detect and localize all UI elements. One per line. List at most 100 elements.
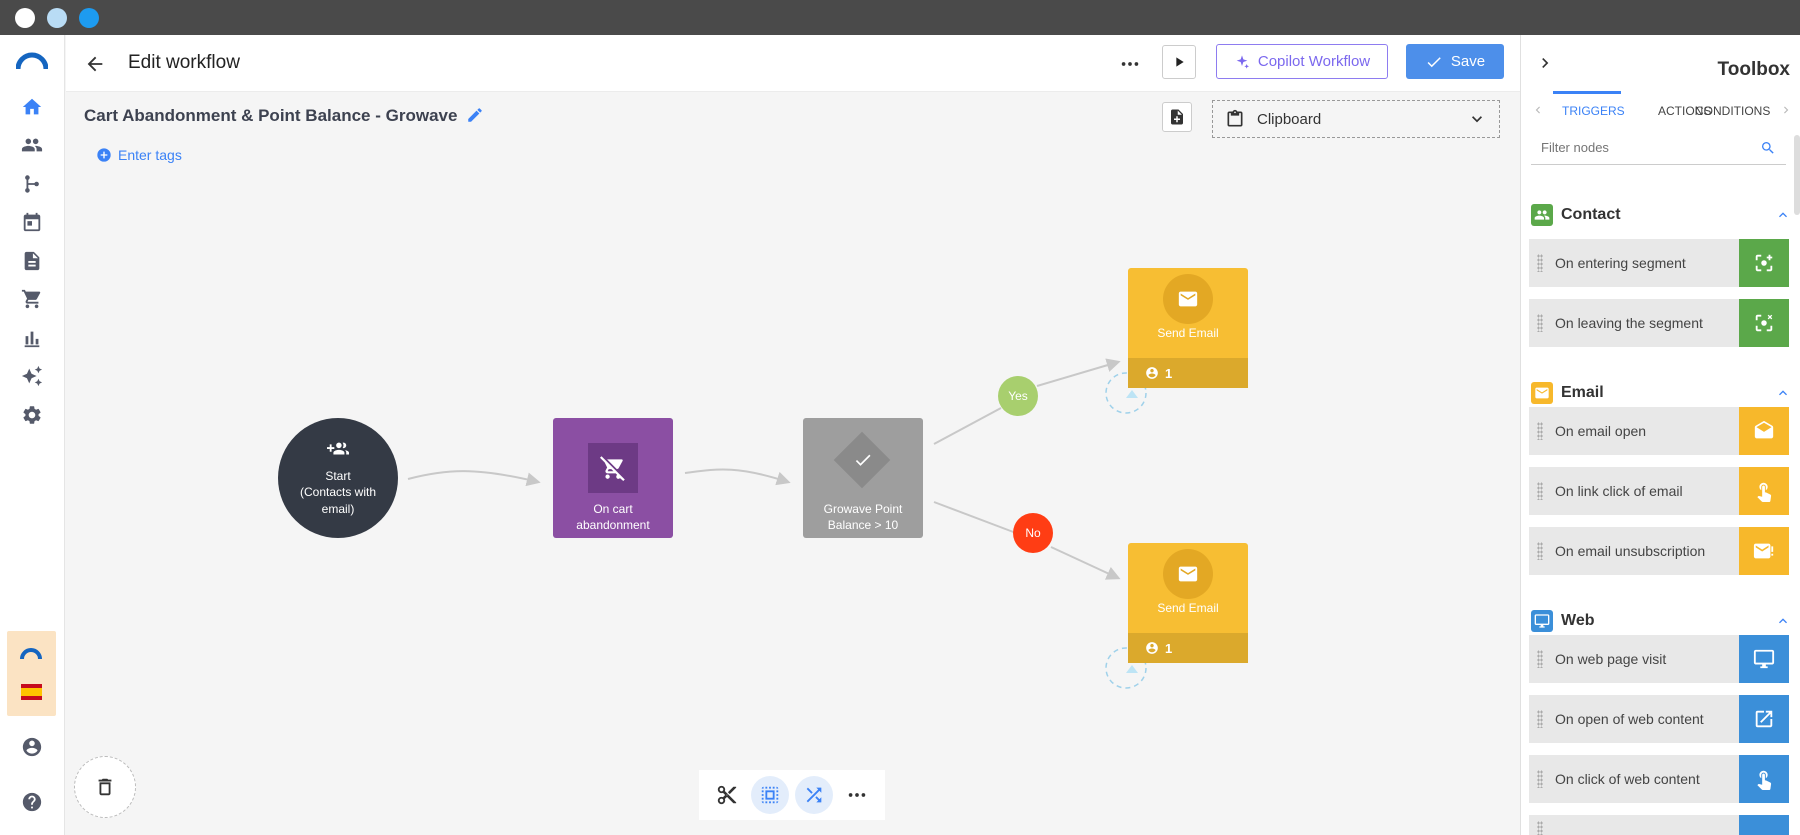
sparkle-icon	[1236, 54, 1249, 69]
drag-handle[interactable]	[1537, 821, 1543, 835]
more-options-icon[interactable]	[1119, 53, 1141, 75]
contact-count: 1	[1128, 633, 1248, 663]
toolbox-item-email-unsubscription[interactable]: On email unsubscription	[1529, 527, 1789, 575]
drag-handle[interactable]	[1537, 254, 1543, 272]
toolbox-item-email-link-click[interactable]: On link click of email	[1529, 467, 1789, 515]
email-open-icon	[1739, 407, 1789, 455]
copilot-workflow-button[interactable]: Copilot Workflow	[1216, 44, 1388, 79]
toolbox-panel: Toolbox TRIGGERS ACTIONS CONDITIONS Cont…	[1520, 35, 1800, 835]
monitor-icon	[1739, 635, 1789, 683]
drag-handle[interactable]	[1537, 422, 1543, 440]
email-icon	[1163, 549, 1213, 599]
workflow-canvas[interactable]: Cart Abandonment & Point Balance - Growa…	[66, 92, 1569, 835]
play-icon	[1176, 57, 1184, 67]
drag-handle[interactable]	[1537, 542, 1543, 560]
search-icon[interactable]	[1760, 140, 1776, 156]
toolbox-item-open-web-content[interactable]: On open of web content	[1529, 695, 1789, 743]
account-switcher[interactable]	[7, 631, 56, 716]
window-titlebar	[0, 0, 1800, 35]
cart-icon[interactable]	[20, 287, 44, 311]
back-arrow-icon[interactable]	[84, 53, 106, 75]
help-icon[interactable]	[20, 790, 44, 814]
check-icon	[1427, 56, 1441, 67]
scissors-icon	[717, 785, 736, 805]
email-icon	[1163, 274, 1213, 324]
calendar-icon[interactable]	[20, 210, 44, 234]
toolbox-item-web-page-visit[interactable]: On web page visit	[1529, 635, 1789, 683]
chevron-up-icon	[1779, 618, 1787, 624]
drag-handle[interactable]	[1537, 314, 1543, 332]
send-email-node-no[interactable]: Send Email 1	[1128, 543, 1248, 663]
cart-abandonment-node[interactable]: On cart abandonment	[553, 418, 673, 538]
drag-handle[interactable]	[1537, 482, 1543, 500]
person-circle-icon	[1146, 642, 1158, 654]
toolbox-item-click-web-content[interactable]: On click of web content	[1529, 755, 1789, 803]
toolbox-item-leaving-segment[interactable]: On leaving the segment	[1529, 299, 1789, 347]
open-external-icon	[1739, 695, 1789, 743]
toolbox-item-email-open[interactable]: On email open	[1529, 407, 1789, 455]
settings-gear-icon[interactable]	[20, 403, 44, 427]
more-tools-button[interactable]	[838, 776, 876, 814]
window-minimize-dot[interactable]	[47, 8, 67, 28]
contact-section-icon	[1531, 204, 1553, 226]
web-form-icon	[1739, 815, 1789, 835]
account-logo	[19, 643, 43, 667]
tabs-scroll-right-icon[interactable]	[1779, 103, 1793, 117]
filter-nodes-input[interactable]	[1531, 140, 1760, 155]
no-branch-badge[interactable]: No	[1013, 513, 1053, 553]
collapse-panel-icon[interactable]	[1535, 53, 1555, 73]
start-node[interactable]: Start (Contacts with email)	[278, 418, 398, 538]
left-navigation	[0, 35, 65, 835]
tab-conditions[interactable]: CONDITIONS	[1695, 104, 1770, 118]
window-close-dot[interactable]	[15, 8, 35, 28]
section-web[interactable]: Web	[1531, 609, 1791, 633]
more-horizontal-icon	[849, 793, 866, 797]
spain-flag-icon	[21, 684, 42, 700]
toolbox-item-partial[interactable]	[1529, 815, 1789, 835]
select-all-icon	[762, 786, 779, 804]
email-section-icon	[1531, 382, 1553, 404]
segment-enter-icon	[1739, 239, 1789, 287]
workflow-icon[interactable]	[20, 172, 44, 196]
shuffle-tool-button[interactable]	[794, 776, 833, 814]
save-button[interactable]: Save	[1406, 44, 1504, 79]
page-title: Edit workflow	[128, 52, 240, 73]
editor-header: Edit workflow Copilot Workflow Save	[66, 35, 1520, 92]
brand-logo[interactable]	[15, 51, 49, 71]
delete-drop-zone[interactable]	[74, 756, 136, 818]
tab-triggers[interactable]: TRIGGERS	[1562, 104, 1625, 118]
condition-node[interactable]: Growave Point Balance > 10	[803, 418, 923, 538]
drag-handle[interactable]	[1537, 650, 1543, 668]
cut-tool-button[interactable]	[708, 776, 746, 814]
drag-handle[interactable]	[1537, 770, 1543, 788]
pointer-click-icon	[1739, 755, 1789, 803]
window-maximize-dot[interactable]	[79, 8, 99, 28]
document-icon[interactable]	[20, 249, 44, 273]
run-workflow-button[interactable]	[1162, 45, 1196, 79]
section-contact[interactable]: Contact	[1531, 203, 1791, 227]
drag-handle[interactable]	[1537, 710, 1543, 728]
home-icon[interactable]	[20, 95, 44, 119]
email-alert-icon	[1739, 527, 1789, 575]
select-tool-button[interactable]	[751, 776, 790, 814]
user-account-icon[interactable]	[20, 735, 44, 759]
pointer-click-icon	[1739, 467, 1789, 515]
check-icon	[855, 454, 871, 466]
send-email-node-yes[interactable]: Send Email 1	[1128, 268, 1248, 388]
contacts-icon[interactable]	[20, 133, 44, 157]
yes-branch-badge[interactable]: Yes	[998, 376, 1038, 416]
segment-leave-icon	[1739, 299, 1789, 347]
analytics-icon[interactable]	[20, 326, 44, 350]
tab-indicator	[1553, 91, 1621, 94]
ai-sparkle-icon[interactable]	[20, 364, 44, 388]
chevron-up-icon	[1779, 212, 1787, 218]
section-email[interactable]: Email	[1531, 381, 1791, 405]
shuffle-icon	[806, 787, 822, 803]
start-node-subtitle: (Contacts with email)	[299, 485, 377, 516]
toolbox-item-entering-segment[interactable]: On entering segment	[1529, 239, 1789, 287]
panel-scrollbar[interactable]	[1794, 135, 1800, 215]
remove-cart-icon	[588, 443, 638, 493]
person-circle-icon	[1146, 367, 1158, 379]
start-node-title: Start	[325, 469, 351, 483]
tabs-scroll-left-icon[interactable]	[1531, 103, 1545, 117]
